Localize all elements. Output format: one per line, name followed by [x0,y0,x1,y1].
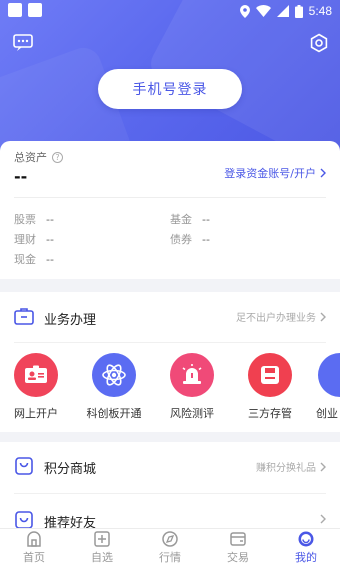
clock: 5:48 [308,4,332,18]
battery-icon [294,4,303,18]
plus-square-icon [94,531,110,547]
business-title: 业务办理 [44,313,97,328]
briefcase-icon [14,306,34,326]
chevron-right-icon [320,514,326,524]
settings-icon[interactable] [308,32,330,54]
status-bar: 5:48 [0,0,340,24]
stat-cash: 现金 -- [14,253,54,266]
stat-bonds: 债券 -- [170,233,210,246]
atom-icon [92,353,136,397]
assets-card: 总资产 ? -- 登录资金账号/开户 股票 -- 基金 -- 理财 -- 债券 -- 现… [0,141,340,279]
wallet-icon [230,532,246,546]
divider [14,493,326,494]
save-icon [248,353,292,397]
total-assets-label: 总资产 ? [14,149,63,165]
notification-icon [28,3,42,17]
header-banner: 5:48 手机号登录 [0,0,340,160]
chevron-right-icon [320,168,326,178]
points-mall-card[interactable]: 积分商城 赚积分换礼品 推荐好友 [0,442,340,531]
divider [14,342,326,343]
total-assets-value: -- [14,167,28,186]
location-icon [239,4,250,18]
signal-icon [276,5,289,17]
tab-trade[interactable]: 交易 [204,529,272,566]
bottom-tab-bar: 首页 自选 行情 交易 我的 [0,528,340,566]
service-open-account[interactable]: 网上开户 [6,353,66,421]
chevron-right-icon [320,462,326,471]
recommend-icon [14,510,34,530]
points-mall-title: 积分商城 [44,462,97,477]
points-mall-link[interactable]: 赚积分换礼品 [256,459,326,474]
wifi-icon [255,5,271,17]
shopping-bag-icon [14,456,34,476]
alarm-light-icon [170,353,214,397]
stat-funds: 基金 -- [170,213,210,226]
divider [14,197,326,198]
notification-icon [8,3,22,17]
service-third-party-custody[interactable]: 三方存管 [240,353,300,421]
stat-stocks: 股票 -- [14,213,54,226]
id-card-icon [14,353,58,397]
home-icon [27,531,41,547]
message-icon[interactable] [12,32,34,54]
help-icon[interactable]: ? [52,151,63,163]
service-star-market[interactable]: 科创板开通 [84,353,144,421]
business-more-link[interactable]: 足不出户办理业务 [236,309,326,324]
tab-market[interactable]: 行情 [136,529,204,566]
tab-mine[interactable]: 我的 [272,529,340,566]
smile-icon [298,531,314,547]
chevron-right-icon [320,312,326,321]
recommend-link[interactable] [320,514,326,524]
phone-login-button[interactable]: 手机号登录 [98,69,242,109]
tab-home[interactable]: 首页 [0,529,68,566]
compass-icon [162,531,178,547]
login-account-link[interactable]: 登录资金账号/开户 [224,165,326,181]
tab-watchlist[interactable]: 自选 [68,529,136,566]
service-startup[interactable]: 创业 [306,353,340,421]
service-risk-assessment[interactable]: 风险测评 [162,353,222,421]
service-icon [318,353,340,397]
stat-wealth: 理财 -- [14,233,54,246]
